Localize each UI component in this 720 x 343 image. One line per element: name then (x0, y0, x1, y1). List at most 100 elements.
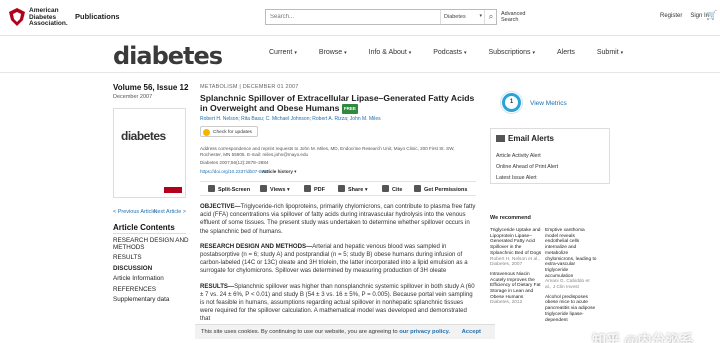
issue-date: December 2007 (113, 94, 153, 100)
view-metrics-link[interactable]: View Metrics (530, 100, 567, 107)
main-nav: Current ▾ Browse ▾ Info & About ▾ Podcasts ▾… (269, 49, 643, 56)
article-toolbar: Split-Screen Views ▾ PDF Share ▾ Cite Ge… (200, 181, 476, 196)
top-bar: American Diabetes Association. Publicati… (0, 0, 720, 36)
search-box: Diabetes ▾ ⌕ (265, 9, 497, 25)
permissions-icon (414, 185, 421, 192)
nav-label: Alerts (557, 49, 575, 56)
cart-icon[interactable]: 🛒 (706, 10, 717, 21)
search-scope-select[interactable]: Diabetes ▾ (440, 10, 484, 24)
article-history-toggle[interactable]: Article history ▾ (262, 169, 296, 175)
next-article-link[interactable]: Next Article > (153, 209, 186, 215)
journal-logo[interactable]: diabetes (113, 42, 223, 70)
crossmark-icon (203, 129, 210, 136)
search-input[interactable] (266, 10, 440, 24)
metrics-badge[interactable]: 1 (502, 93, 521, 112)
latest-issue-alert-link[interactable]: Latest Issue Alert (496, 173, 558, 184)
email-alerts-panel: Email Alerts Article Activity Alert Onli… (490, 128, 610, 184)
cookie-text: This site uses cookies. By continuing to… (201, 329, 398, 335)
cover-title: diabetes (121, 129, 166, 143)
nav-subscriptions[interactable]: Subscriptions ▾ (489, 49, 536, 56)
share-label: Share (348, 187, 364, 193)
abstract-methods: RESEARCH DESIGN AND METHODS—Arterial and… (200, 243, 476, 276)
cookie-accept-button[interactable]: Accept (462, 329, 481, 335)
recommend-heading: We recommend (490, 215, 531, 221)
register-link[interactable]: Register (660, 13, 682, 19)
toc-item-article-information[interactable]: Article Information (113, 275, 191, 283)
nav-label: Subscriptions (488, 49, 531, 56)
cite-label: Cite (392, 187, 403, 193)
author-list[interactable]: Robert H. Nelson; Rita Basu; C. Michael … (200, 116, 381, 122)
permissions-label: Get Permissions (424, 187, 468, 193)
check-for-updates-button[interactable]: Check for updates (200, 126, 258, 137)
views-label: Views (270, 187, 286, 193)
abstract-text: Splanchnic spillover was higher than non… (200, 282, 475, 323)
publications-link[interactable]: Publications (75, 12, 120, 21)
abstract-results: RESULTS—Splanchnic spillover was higher … (200, 283, 476, 324)
watermark: 知乎 @内分泌系 (592, 332, 694, 343)
toc-item-discussion[interactable]: DISCUSSION (113, 265, 191, 273)
recommend-column-1: Triglyceride Uptake and Lipoprotein Lipa… (490, 228, 542, 306)
nav-label: Browse (318, 49, 343, 56)
email-alerts-label: Email Alerts (508, 134, 554, 143)
article-contents-list: RESEARCH DESIGN AND METHODS RESULTS DISC… (113, 237, 191, 308)
ada-logo-text: American Diabetes Association. (29, 7, 73, 28)
cite-button[interactable]: Cite (382, 185, 402, 193)
views-icon (260, 185, 267, 192)
citation-line: Diabetes 2007;56(12):2878–2884 (200, 160, 269, 165)
online-ahead-alert-link[interactable]: Online Ahead of Print Alert (496, 162, 558, 173)
toc-item-supplementary[interactable]: Supplementary data (113, 296, 191, 304)
article-history-label: Article history (262, 169, 293, 174)
correspondence-note: Address correspondence and reprint reque… (200, 146, 455, 157)
share-button[interactable]: Share ▾ (338, 185, 368, 193)
nav-browse[interactable]: Browse ▾ (319, 49, 347, 56)
chevron-down-icon: ▾ (620, 50, 624, 56)
article-contents-title: Article Contents (113, 223, 175, 232)
doi-link[interactable]: https://doi.org/10.2337/db07-0812 (200, 169, 269, 174)
recommend-link[interactable]: Emptive xanthoma model reveals endotheli… (545, 228, 597, 279)
advanced-search-link[interactable]: Advanced Search (501, 11, 531, 23)
nav-submit[interactable]: Submit ▾ (597, 49, 623, 56)
pdf-icon (304, 185, 311, 192)
pdf-label: PDF (314, 187, 325, 193)
privacy-policy-link[interactable]: our privacy policy. (399, 329, 450, 335)
toc-item-references[interactable]: REFERENCES (113, 286, 191, 294)
recommend-link[interactable]: Triglyceride Uptake and Lipoprotein Lipa… (490, 228, 542, 257)
envelope-icon (496, 135, 505, 142)
check-updates-label: Check for updates (213, 130, 252, 135)
recommend-link[interactable]: Alcohol predisposes obese mice to acute … (545, 295, 597, 324)
search-icon: ⌕ (488, 12, 494, 21)
article-activity-alert-link[interactable]: Article Activity Alert (496, 151, 558, 162)
views-button[interactable]: Views ▾ (260, 185, 290, 193)
issue-cover-image[interactable]: diabetes (113, 108, 186, 198)
nav-alerts[interactable]: Alerts (557, 49, 575, 56)
cite-icon (382, 185, 389, 192)
nav-podcasts[interactable]: Podcasts ▾ (433, 49, 466, 56)
chevron-down-icon: ▾ (532, 50, 536, 56)
split-screen-button[interactable]: Split-Screen (208, 185, 250, 193)
split-screen-label: Split-Screen (218, 187, 251, 193)
ada-logo[interactable]: American Diabetes Association. (7, 6, 69, 28)
nav-info-about[interactable]: Info & About ▾ (369, 49, 412, 56)
article-title: Splanchnic Spillover of Extracellular Li… (200, 93, 480, 114)
recommend-column-2: Emptive xanthoma model reveals endotheli… (545, 228, 597, 323)
search-button[interactable]: ⌕ (484, 10, 497, 24)
cookie-banner: This site uses cookies. By continuing to… (195, 324, 495, 339)
free-badge: FREE (341, 104, 358, 114)
previous-article-link[interactable]: < Previous Article (113, 209, 156, 215)
nav-current[interactable]: Current ▾ (269, 49, 297, 56)
email-alert-links: Article Activity Alert Online Ahead of P… (496, 151, 558, 184)
split-screen-icon (208, 185, 215, 192)
share-icon (338, 185, 345, 192)
issue-volume[interactable]: Volume 56, Issue 12 (113, 83, 188, 92)
search-scope-value: Diabetes (444, 14, 466, 20)
toc-item-research-design[interactable]: RESEARCH DESIGN AND METHODS (113, 237, 191, 251)
chevron-down-icon: ▾ (344, 50, 347, 56)
pdf-button[interactable]: PDF (304, 185, 325, 193)
toc-item-results[interactable]: RESULTS (113, 254, 191, 262)
article-meta: METABOLISM | DECEMBER 01 2007 (200, 84, 299, 90)
chevron-down-icon: ▾ (408, 50, 412, 56)
recommend-link[interactable]: Intravenous Niacin Acutely Improves the … (490, 272, 542, 301)
get-permissions-button[interactable]: Get Permissions (414, 185, 467, 193)
chevron-down-icon: ▾ (464, 50, 467, 56)
chevron-down-icon: ▾ (479, 13, 482, 19)
